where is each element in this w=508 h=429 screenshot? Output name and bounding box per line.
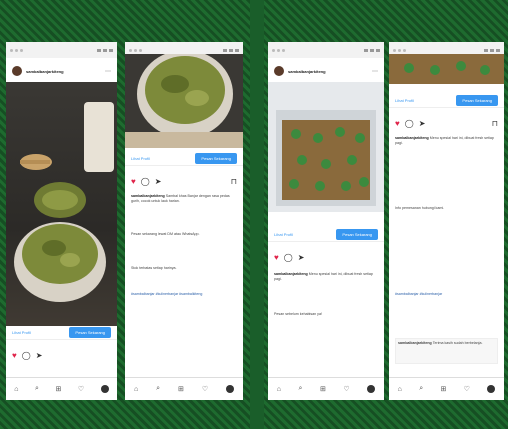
activity-heart-icon[interactable]: ♡ [343,385,349,393]
food-photo-illustration [125,54,243,148]
like-heart-icon[interactable]: ♥ [395,120,400,128]
add-post-icon[interactable]: ⊞ [320,385,326,393]
profile-cta-bar: Lihat Profil Pesan Sekarang [125,152,243,166]
screen-2: Lihat Profil Pesan Sekarang ♥ ◯ ➤ ⊓ samb… [125,42,243,400]
food-photo-illustration [404,61,490,75]
search-icon[interactable]: ⌕ [419,385,423,393]
search-icon[interactable]: ⌕ [299,385,303,393]
screen-3: sambalbanjarkiteng ⋯ Lihat Profil Pesan … [268,42,384,400]
view-profile-link[interactable]: Lihat Profil [274,232,293,237]
caption-username[interactable]: sambalbanjarkiteng [395,136,429,140]
comment-text: Terima kasih sudah berbelanja. [432,341,483,345]
bottom-nav: ⌂ ⌕ ⊞ ♡ [125,377,243,400]
caption-text-2: Pesan sekarang lewat DM atau WhatsApp. [131,232,200,236]
share-icon[interactable]: ➤ [298,254,305,262]
bottom-nav: ⌂ ⌕ ⊞ ♡ [268,377,384,400]
post-photo[interactable] [268,82,384,212]
post-actions: ♥ ◯ ➤ [274,252,378,264]
share-icon[interactable]: ➤ [36,352,43,360]
post-caption-more: Pesan sebelum kehabisan ya! [274,312,378,317]
profile-avatar-icon[interactable] [100,385,109,393]
bottom-nav: ⌂ ⌕ ⊞ ♡ [389,377,504,400]
post-caption: sambalbanjarkiteng Menu spesial hari ini… [395,136,498,146]
profile-cta-bar: Lihat Profil Pesan Sekarang [389,94,504,108]
post-actions: ♥ ◯ ➤ ⊓ [395,118,498,130]
order-button[interactable]: Pesan Sekarang [195,153,237,164]
activity-heart-icon[interactable]: ♡ [78,385,84,393]
bookmark-icon[interactable]: ⊓ [231,178,237,186]
activity-heart-icon[interactable]: ♡ [202,385,208,393]
view-profile-link[interactable]: Lihat Profil [395,98,414,103]
caption-text-3: Stok terbatas setiap harinya. [131,266,177,270]
comment-icon[interactable]: ◯ [141,178,150,186]
post-photo[interactable] [389,54,504,84]
post-hashtags: #sambalbanjar #kulinerbanjar [395,292,498,297]
profile-cta-bar: Lihat Profil Pesan Sekarang [268,228,384,242]
food-photo-illustration [276,110,376,206]
profile-cta-bar: Lihat Profil Pesan Sekarang [6,326,117,340]
avatar[interactable] [274,66,284,76]
post-actions: ♥ ◯ ➤ ⊓ [131,176,237,188]
post-hashtags: #sambalbanjar #kulinerbanjar #sambalkite… [131,292,237,297]
post-caption: sambalbanjarkiteng Menu spesial hari ini… [274,272,378,282]
avatar[interactable] [12,66,22,76]
profile-avatar-icon[interactable] [367,385,376,393]
add-post-icon[interactable]: ⊞ [178,385,184,393]
comment-preview: sambalbanjarkiteng Terima kasih sudah be… [395,338,498,364]
view-profile-link[interactable]: Lihat Profil [131,156,150,161]
profile-avatar-icon[interactable] [487,385,496,393]
order-button[interactable]: Pesan Sekarang [69,327,111,338]
order-button[interactable]: Pesan Sekarang [336,229,378,240]
post-photo[interactable] [125,54,243,148]
status-bar [6,42,117,58]
home-icon[interactable]: ⌂ [134,386,138,393]
post-username[interactable]: sambalbanjarkiteng [288,69,326,74]
home-icon[interactable]: ⌂ [398,386,402,393]
comment-icon[interactable]: ◯ [22,352,31,360]
hashtags[interactable]: #sambalbanjar #kulinerbanjar #sambalkite… [131,292,202,296]
comment-icon[interactable]: ◯ [405,120,414,128]
caption-username[interactable]: sambalbanjarkiteng [274,272,308,276]
activity-heart-icon[interactable]: ♡ [464,385,470,393]
screen-1: sambalbanjarkiteng ⋯ Lihat Profil Pesan … [6,42,117,400]
order-button[interactable]: Pesan Sekarang [456,95,498,106]
comment-icon[interactable]: ◯ [284,254,293,262]
post-photo[interactable] [6,82,117,326]
post-caption-more: Info pemesanan hubungi kami. [395,206,498,211]
like-heart-icon[interactable]: ♥ [12,352,17,360]
post-header: sambalbanjarkiteng ⋯ [268,60,384,82]
like-heart-icon[interactable]: ♥ [131,178,136,186]
hashtags[interactable]: #sambalbanjar #kulinerbanjar [395,292,442,296]
more-options-icon[interactable]: ⋯ [372,68,378,75]
comment-username[interactable]: sambalbanjarkiteng [398,341,432,345]
home-icon[interactable]: ⌂ [277,386,281,393]
post-actions: ♥ ◯ ➤ [12,350,111,362]
food-photo-illustration [14,102,114,302]
share-icon[interactable]: ➤ [155,178,162,186]
more-options-icon[interactable]: ⋯ [105,68,111,75]
post-caption-more: Pesan sekarang lewat DM atau WhatsApp. [131,232,237,237]
post-caption-order: Stok terbatas setiap harinya. [131,266,237,271]
home-icon[interactable]: ⌂ [14,386,18,393]
add-post-icon[interactable]: ⊞ [440,385,446,393]
add-post-icon[interactable]: ⊞ [55,385,61,393]
caption-text-2: Info pemesanan hubungi kami. [395,206,445,210]
screen-4: Lihat Profil Pesan Sekarang ♥ ◯ ➤ ⊓ samb… [389,42,504,400]
profile-avatar-icon[interactable] [226,385,235,393]
share-icon[interactable]: ➤ [419,120,426,128]
post-username[interactable]: sambalbanjarkiteng [26,69,64,74]
post-header: sambalbanjarkiteng ⋯ [6,60,117,82]
caption-username[interactable]: sambalbanjarkiteng [131,194,165,198]
view-profile-link[interactable]: Lihat Profil [12,330,31,335]
caption-text-2: Pesan sebelum kehabisan ya! [274,312,322,316]
post-caption: sambalbanjarkiteng Sambal khas Banjar de… [131,194,237,204]
status-bar [268,42,384,58]
search-icon[interactable]: ⌕ [156,385,160,393]
bottom-nav: ⌂ ⌕ ⊞ ♡ [6,377,117,400]
like-heart-icon[interactable]: ♥ [274,254,279,262]
search-icon[interactable]: ⌕ [35,385,39,393]
bookmark-icon[interactable]: ⊓ [492,120,498,128]
